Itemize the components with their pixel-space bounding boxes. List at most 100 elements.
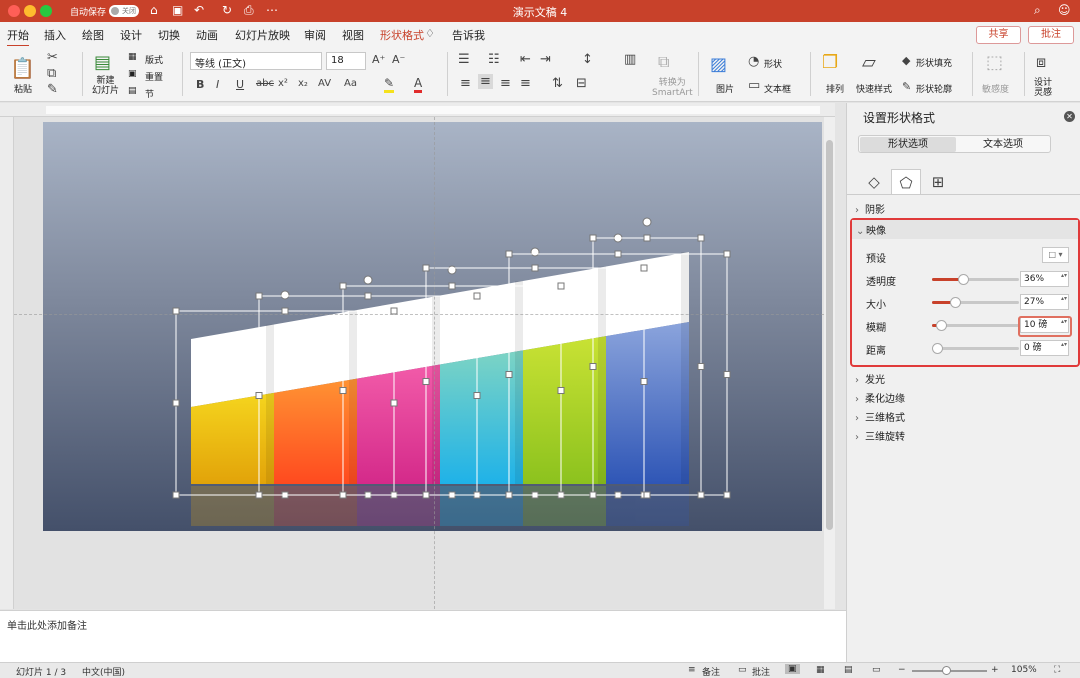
font-size-select[interactable]: 18 [326,52,366,70]
new-slide-icon[interactable]: ▤ [94,52,111,73]
distance-input[interactable]: 0 磅 [1020,340,1069,356]
zoom-out-icon[interactable]: − [898,665,906,675]
superscript-icon[interactable]: x² [278,78,288,89]
layout-button[interactable]: 版式 [145,53,163,66]
align-left-icon[interactable]: ≡ [460,76,471,91]
share-button[interactable]: 共享 [976,26,1021,44]
fill-icon[interactable]: ◆ [902,54,910,67]
quick-styles-icon[interactable]: ▱ [862,52,876,73]
designer-icon[interactable]: ⧈ [1036,52,1046,72]
slide[interactable] [43,122,822,531]
section-button[interactable]: 节 [145,87,154,100]
tab-animations[interactable]: 动画 [196,27,218,43]
subscript-icon[interactable]: x₂ [298,78,308,89]
textbox-icon[interactable]: ▭ [748,78,760,93]
tab-insert[interactable]: 插入 [44,27,66,43]
arrange-button[interactable]: 排列 [826,82,844,95]
tab-draw[interactable]: 绘图 [82,27,104,43]
align-center-icon[interactable]: ≡ [478,74,493,89]
preset-dropdown[interactable]: □ ▾ [1042,247,1069,263]
clipboard-icon[interactable]: 📋 [10,56,35,80]
paste-button[interactable]: 粘贴 [14,82,32,95]
outline-icon[interactable]: ✎ [902,80,911,93]
tab-tell-me[interactable]: 告诉我 [452,27,485,43]
bullets-icon[interactable]: ☰ [458,52,470,67]
designer-button[interactable]: 设计 灵感 [1034,78,1052,98]
section-reflection[interactable]: 映像 [866,226,886,237]
bold-icon[interactable]: B [196,78,204,91]
quick-styles-button[interactable]: 快速样式 [856,82,892,95]
effects-icon[interactable]: ⬠ [891,169,921,195]
layout-icon[interactable]: ▦ [128,52,137,62]
sensitivity-icon[interactable]: ⬚ [986,52,1003,73]
account-icon[interactable]: ☺ [1058,3,1071,17]
format-painter-icon[interactable]: ✎ [47,82,58,97]
distance-slider[interactable] [932,343,1019,354]
shape-button[interactable]: 形状 [764,57,782,70]
blur-slider-knob[interactable] [935,320,947,331]
notes-placeholder[interactable]: 单击此处添加备注 [7,617,87,632]
tab-slideshow[interactable]: 幻灯片放映 [235,27,290,43]
section-3d-rotation[interactable]: › 三维旋转 [855,428,905,443]
section-glow[interactable]: › 发光 [855,371,885,386]
notes-toggle[interactable]: 备注 [702,665,720,678]
distance-slider-knob[interactable] [932,343,943,354]
scrollbar-thumb[interactable] [826,140,833,530]
tab-view[interactable]: 视图 [342,27,364,43]
shape-icon[interactable]: ◔ [748,54,759,69]
size-slider[interactable] [932,297,1019,308]
grow-font-icon[interactable]: A⁺ [372,53,385,66]
shape-options-tab[interactable]: 形状选项 [860,137,956,152]
notes-pane[interactable]: 单击此处添加备注 [0,610,846,662]
comments-toggle[interactable]: 批注 [752,665,770,678]
sensitivity-button[interactable]: 敏感度 [982,82,1009,95]
section-soft-edges[interactable]: › 柔化边缘 [855,390,905,405]
normal-view-icon[interactable]: ▣ [785,664,800,674]
reading-view-icon[interactable]: ▤ [844,665,853,675]
shape-fill-button[interactable]: 形状填充 [916,56,952,69]
transparency-input[interactable]: 36% [1020,271,1069,287]
reset-icon[interactable]: ▣ [128,69,137,79]
tab-home[interactable]: 开始 [7,27,29,47]
smartart-icon[interactable]: ⧉ [658,52,669,72]
increase-indent-icon[interactable]: ⇥ [540,52,551,67]
slide-graphic[interactable] [43,122,822,531]
tab-shape-format[interactable]: 形状格式 [380,27,424,43]
transparency-slider[interactable] [932,274,1019,285]
convert-smartart-button[interactable]: 转换为 SmartArt [652,78,693,98]
reset-button[interactable]: 重置 [145,70,163,83]
slideshow-icon[interactable]: ▭ [872,665,881,675]
cut-icon[interactable]: ✂ [47,50,58,65]
text-columns-icon[interactable]: ▥ [624,52,636,67]
shape-outline-button[interactable]: 形状轮廓 [916,82,952,95]
char-spacing-icon[interactable]: AV [318,78,331,89]
justify-icon[interactable]: ≡ [520,76,531,91]
blur-slider[interactable] [932,320,1019,331]
comments-toggle-icon[interactable]: ▭ [738,665,747,675]
section-icon[interactable]: ▤ [128,86,137,96]
size-properties-icon[interactable]: ⊞ [923,169,953,195]
change-case-icon[interactable]: Aa [344,78,357,89]
textbox-button[interactable]: 文本框 [764,82,791,95]
underline-icon[interactable]: U [236,78,244,91]
section-3d-format[interactable]: › 三维格式 [855,409,905,424]
zoom-in-icon[interactable]: + [991,665,999,675]
tab-design[interactable]: 设计 [120,27,142,43]
picture-icon[interactable]: ▨ [710,54,727,75]
transparency-slider-knob[interactable] [958,274,970,285]
shrink-font-icon[interactable]: A⁻ [392,53,405,66]
arrange-icon[interactable]: ❐ [822,52,838,73]
numbering-icon[interactable]: ☷ [488,52,500,67]
zoom-slider-knob[interactable] [942,666,951,675]
text-options-tab[interactable]: 文本选项 [955,137,1051,152]
decrease-indent-icon[interactable]: ⇤ [520,52,531,67]
close-icon[interactable]: ✕ [1064,111,1075,122]
section-reflection-header[interactable]: ⌄ 映像 [852,220,1078,239]
size-input[interactable]: 27% [1020,294,1069,310]
copy-icon[interactable]: ⧉ [47,66,56,81]
align-right-icon[interactable]: ≡ [500,76,511,91]
comments-button[interactable]: 批注 [1028,26,1074,44]
section-shadow[interactable]: › 阴影 [855,201,885,216]
new-slide-button[interactable]: 新建 幻灯片 [92,76,119,96]
picture-button[interactable]: 图片 [716,82,734,95]
